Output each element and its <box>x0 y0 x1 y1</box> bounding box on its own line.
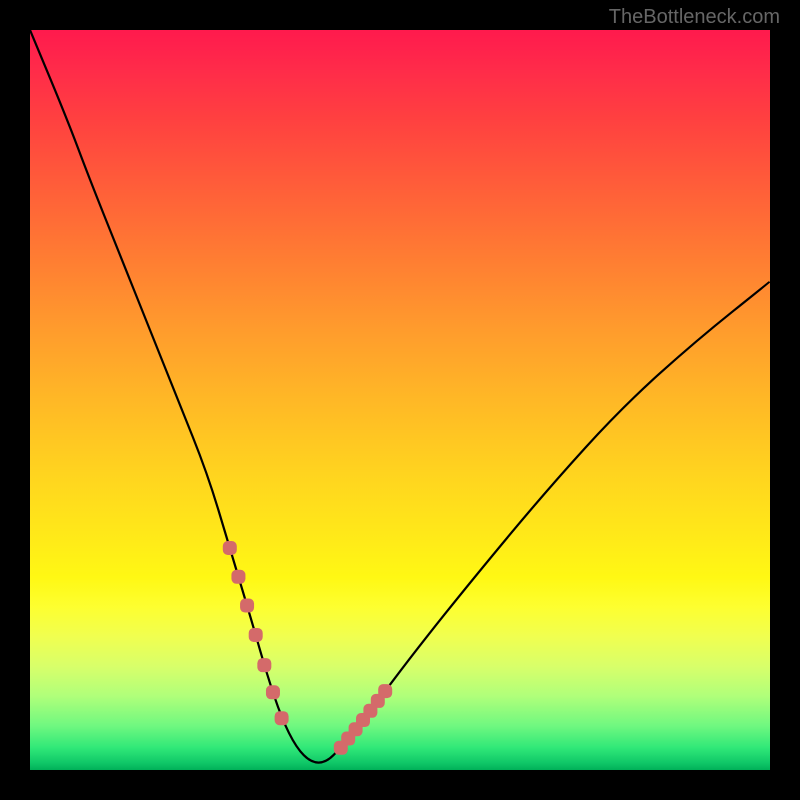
highlight-markers <box>223 541 392 755</box>
bottleneck-curve <box>30 30 770 763</box>
watermark-text: TheBottleneck.com <box>609 6 780 29</box>
curve-svg <box>30 30 770 770</box>
plot-area <box>30 30 770 770</box>
